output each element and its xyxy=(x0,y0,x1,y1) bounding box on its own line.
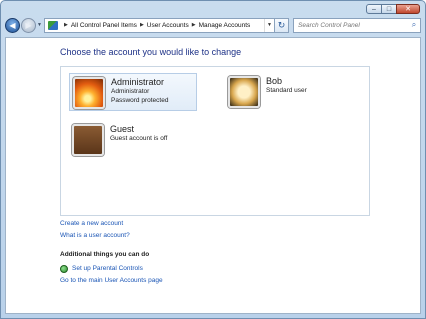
account-tile-administrator[interactable]: Administrator Administrator Password pro… xyxy=(69,73,197,111)
control-panel-window: – □ ✕ ◀ ▶ ▼ ▶ All Control Panel Items ▶ … xyxy=(0,0,426,319)
account-name: Administrator xyxy=(111,77,165,87)
parental-controls-row[interactable]: Set up Parental Controls xyxy=(60,263,143,275)
breadcrumb-separator[interactable]: ▶ xyxy=(140,22,144,28)
back-button[interactable]: ◀ xyxy=(5,17,20,33)
account-info: Administrator Administrator Password pro… xyxy=(111,77,168,105)
account-info: Guest Guest account is off xyxy=(110,124,167,143)
maximize-button[interactable]: □ xyxy=(381,4,397,14)
main-page-links: Go to the main User Accounts page xyxy=(60,275,163,287)
address-dropdown-button[interactable]: ▼ xyxy=(264,18,274,32)
recent-pages-dropdown[interactable]: ▼ xyxy=(37,22,42,28)
navigation-bar: ◀ ▶ ▼ ▶ All Control Panel Items ▶ User A… xyxy=(5,16,421,34)
account-tile-bob[interactable]: Bob Standard user xyxy=(225,73,335,111)
main-content: Choose the account you would like to cha… xyxy=(5,37,421,314)
parental-controls-icon xyxy=(60,265,68,273)
breadcrumb-user-accounts[interactable]: User Accounts xyxy=(147,22,189,29)
breadcrumb-manage-accounts[interactable]: Manage Accounts xyxy=(199,22,251,29)
close-button[interactable]: ✕ xyxy=(396,4,420,14)
control-panel-icon xyxy=(47,20,58,30)
main-user-accounts-link[interactable]: Go to the main User Accounts page xyxy=(60,275,163,287)
additional-heading: Additional things you can do xyxy=(60,251,150,258)
account-status: Password protected xyxy=(111,97,169,104)
what-is-account-link[interactable]: What is a user account? xyxy=(60,230,130,242)
minimize-button[interactable]: – xyxy=(366,4,382,14)
breadcrumb-separator[interactable]: ▶ xyxy=(192,22,196,28)
forward-button[interactable]: ▶ xyxy=(21,17,36,33)
account-name: Guest xyxy=(110,124,135,134)
account-info: Bob Standard user xyxy=(266,76,307,95)
account-type: Administrator xyxy=(111,88,150,95)
search-box[interactable]: ⌕ xyxy=(293,17,421,33)
breadcrumb-separator[interactable]: ▶ xyxy=(64,22,68,28)
account-type: Standard user xyxy=(266,87,307,94)
parental-controls-link[interactable]: Set up Parental Controls xyxy=(72,263,143,275)
create-account-link[interactable]: Create a new account xyxy=(60,218,130,230)
refresh-button[interactable]: ↻ xyxy=(275,17,289,33)
account-status: Guest account is off xyxy=(110,135,168,142)
page-title: Choose the account you would like to cha… xyxy=(60,47,242,57)
account-tile-guest[interactable]: Guest Guest account is off xyxy=(69,121,197,159)
window-caption-buttons: – □ ✕ xyxy=(366,4,420,14)
account-name: Bob xyxy=(266,76,283,86)
search-input[interactable] xyxy=(298,21,408,29)
search-icon[interactable]: ⌕ xyxy=(408,20,420,30)
accounts-panel: Administrator Administrator Password pro… xyxy=(60,66,370,216)
shell-avatar xyxy=(228,76,260,108)
account-links: Create a new account What is a user acco… xyxy=(60,218,130,242)
breadcrumb-all-control-panel-items[interactable]: All Control Panel Items xyxy=(71,22,137,29)
flower-avatar xyxy=(73,77,105,109)
address-bar[interactable]: ▶ All Control Panel Items ▶ User Account… xyxy=(43,17,275,33)
briefcase-avatar xyxy=(72,124,104,156)
